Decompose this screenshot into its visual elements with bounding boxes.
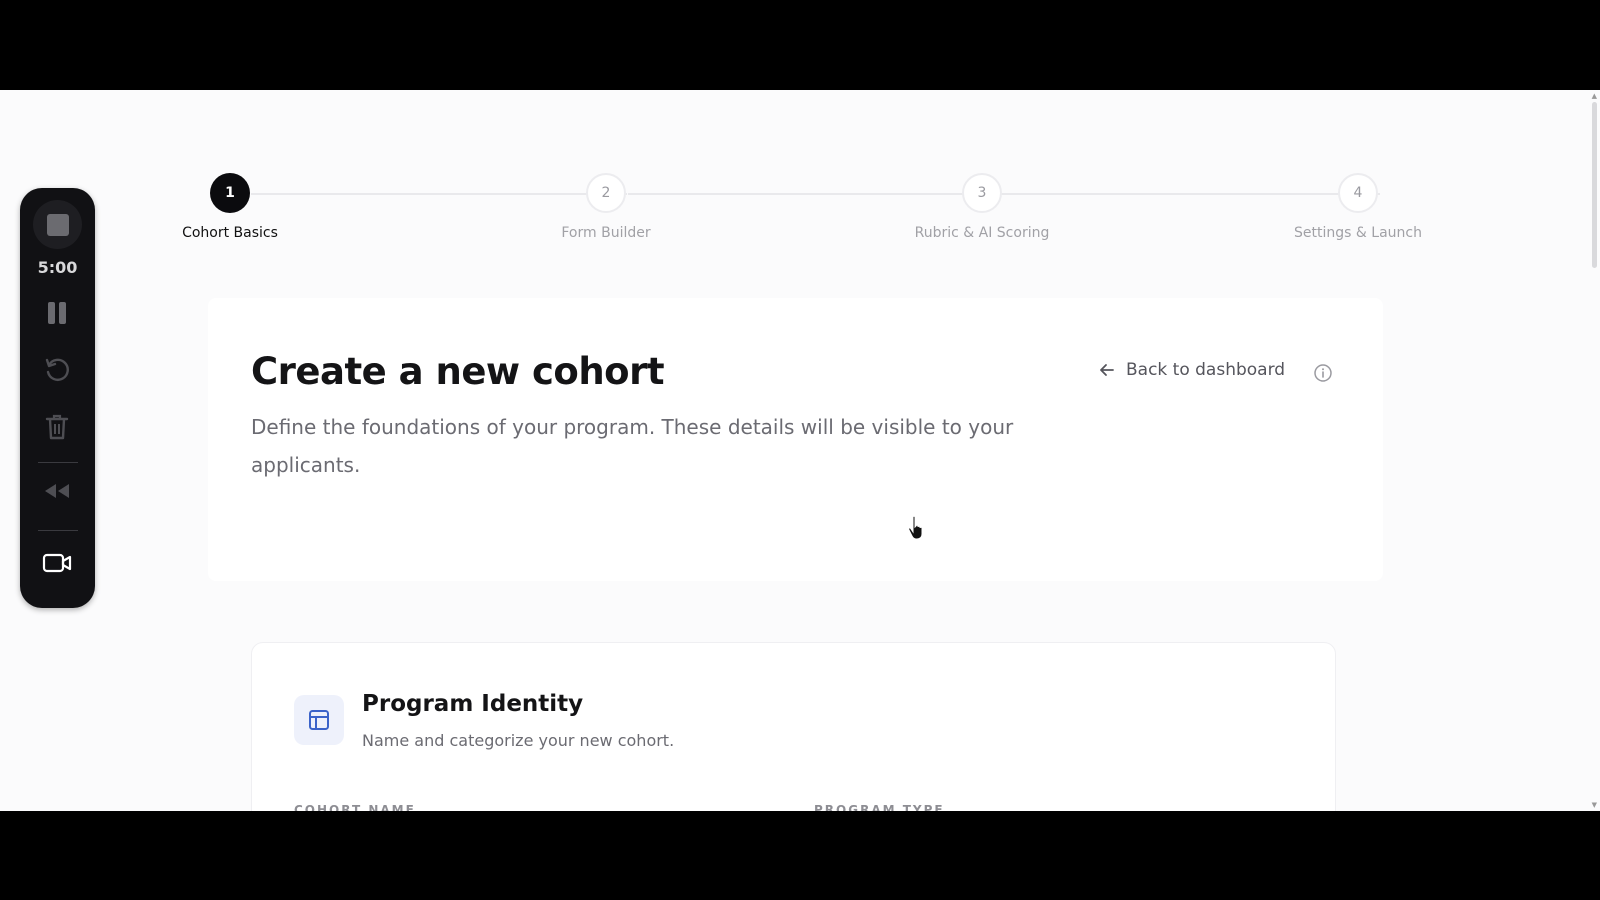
step-number-badge: 3 [962,173,1002,213]
screen-recorder-toolbar: 5:00 [20,188,95,608]
back-to-dashboard-link[interactable]: Back to dashboard [1098,360,1285,380]
step-number-badge: 1 [210,173,250,213]
scroll-thumb[interactable] [1592,102,1597,268]
rewind-button[interactable] [40,474,74,508]
step-cohort-basics[interactable]: 1 Cohort Basics [130,173,330,241]
letterbox-top [0,0,1600,90]
step-label: Settings & Launch [1294,225,1422,241]
pause-icon [48,302,66,324]
scroll-down-icon[interactable]: ▼ [1592,801,1597,809]
rewind-icon [45,484,69,498]
step-label: Cohort Basics [182,225,278,241]
restart-icon [45,358,69,381]
layout-icon-box [294,695,344,745]
step-settings-launch[interactable]: 4 Settings & Launch [1258,173,1458,241]
section-title: Program Identity [362,691,584,717]
back-link-label: Back to dashboard [1126,360,1286,380]
stop-recording-button[interactable] [33,200,82,249]
scroll-up-icon[interactable]: ▲ [1592,92,1597,100]
toolbar-divider [38,530,78,531]
page-title: Create a new cohort [251,350,665,393]
camera-toggle-button[interactable] [40,546,74,580]
layout-icon [309,710,329,730]
arrow-left-icon [1100,364,1114,376]
page-subtitle: Define the foundations of your program. … [251,415,1014,477]
app-viewport: 1 Cohort Basics 2 Form Builder 3 Rubric … [0,90,1600,811]
program-identity-card: Program Identity Name and categorize you… [251,642,1336,811]
step-rubric-ai-scoring[interactable]: 3 Rubric & AI Scoring [882,173,1082,241]
section-description: Name and categorize your new cohort. [362,731,675,750]
pointer-cursor-icon [908,515,923,540]
step-number-badge: 4 [1338,173,1378,213]
page-scrollbar[interactable]: ▲ ▼ [1588,90,1600,811]
program-type-label: PROGRAM TYPE [814,803,945,811]
letterbox-bottom [0,811,1600,900]
info-icon[interactable] [1313,363,1333,383]
step-label: Rubric & AI Scoring [914,225,1050,241]
step-label: Form Builder [561,225,651,241]
camera-icon [42,553,72,573]
toolbar-divider [38,462,78,463]
trash-icon [45,414,69,440]
header-card: Create a new cohort Define the foundatio… [208,298,1383,581]
stop-icon [46,213,69,236]
step-number-badge: 2 [586,173,626,213]
restart-button[interactable] [40,353,74,387]
cohort-name-label: COHORT NAME [294,803,416,811]
pause-button[interactable] [40,296,74,330]
step-form-builder[interactable]: 2 Form Builder [506,173,706,241]
recording-timer: 5:00 [37,258,78,277]
delete-button[interactable] [40,410,74,444]
